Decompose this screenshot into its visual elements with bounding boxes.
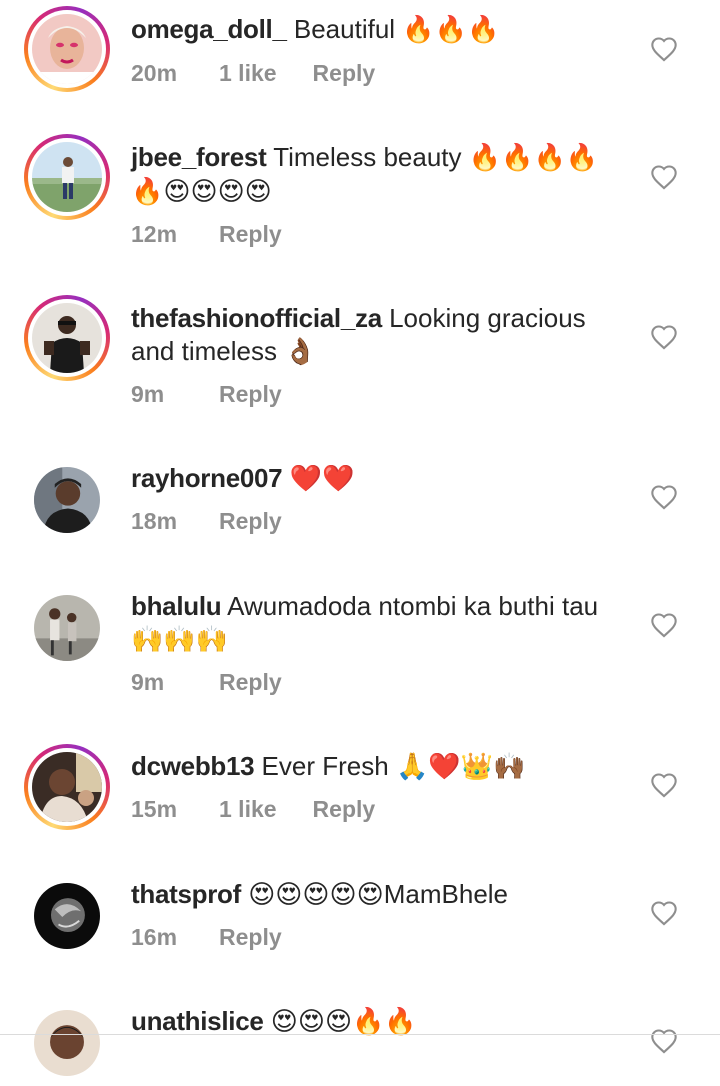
comment-text: MamBhele: [383, 879, 509, 909]
heart-outline-icon[interactable]: [650, 1028, 678, 1054]
heart-outline-icon[interactable]: [650, 772, 678, 798]
comment-text: Beautiful: [293, 14, 396, 44]
avatar[interactable]: [24, 873, 110, 959]
reply-button[interactable]: Reply: [313, 60, 376, 86]
comment-emoji: 🙌🙌🙌: [131, 625, 229, 655]
comment-emoji: ❤️❤️: [289, 464, 355, 494]
comment-meta: 9m Reply: [131, 381, 318, 408]
comment-text: Awumadoda ntombi ka buthi tau: [227, 591, 599, 621]
comment-body: rayhorne007 ❤️❤️: [131, 462, 611, 496]
reply-button[interactable]: Reply: [219, 508, 282, 534]
comment-username[interactable]: rayhorne007: [131, 463, 283, 493]
comment-emoji: 😍😍😍😍😍: [248, 880, 384, 910]
comment-username[interactable]: thefashionofficial_za: [131, 303, 382, 333]
heart-outline-icon[interactable]: [650, 612, 678, 638]
comment-emoji: 🙏❤️👑🙌🏾: [395, 752, 526, 782]
comment-time: 12m: [131, 221, 178, 247]
comment-time: 9m: [131, 381, 165, 407]
comment-body: thatsprof 😍😍😍😍😍MamBhele: [131, 878, 611, 912]
comment-body: bhalulu Awumadoda ntombi ka buthi tau 🙌🙌…: [131, 590, 611, 657]
reply-button[interactable]: Reply: [219, 924, 282, 950]
comment-time: 16m: [131, 924, 178, 950]
heart-outline-icon[interactable]: [650, 900, 678, 926]
avatar[interactable]: [24, 134, 110, 220]
heart-outline-icon[interactable]: [650, 324, 678, 350]
comment-username[interactable]: dcwebb13: [131, 751, 255, 781]
comment-username[interactable]: thatsprof: [131, 879, 241, 909]
comment-username[interactable]: bhalulu: [131, 591, 222, 621]
comment-meta: 18m Reply: [131, 508, 318, 535]
comment-text: Timeless beauty: [273, 142, 462, 172]
reply-button[interactable]: Reply: [219, 221, 282, 247]
comment-time: 20m: [131, 60, 178, 86]
avatar[interactable]: [24, 585, 110, 671]
comment-meta: 15m 1 like Reply: [131, 796, 411, 823]
avatar[interactable]: [24, 1000, 110, 1086]
comment-meta: 12m Reply: [131, 221, 318, 248]
comment-time: 18m: [131, 508, 178, 534]
comment-meta: 9m Reply: [131, 669, 318, 696]
comment-body: jbee_forest Timeless beauty 🔥🔥🔥🔥🔥😍😍😍😍: [131, 141, 611, 209]
avatar[interactable]: [24, 457, 110, 543]
comment-body: thefashionofficial_za Looking gracious a…: [131, 302, 611, 369]
comment-likes[interactable]: 1 like: [219, 796, 277, 822]
comment-time: 15m: [131, 796, 178, 822]
comment-emoji: 😍😍😍🔥🔥: [270, 1007, 417, 1037]
comment-emoji: 🔥🔥🔥: [402, 15, 500, 45]
comment-emoji: 👌🏾: [284, 337, 317, 367]
comment-body: dcwebb13 Ever Fresh 🙏❤️👑🙌🏾: [131, 750, 611, 784]
comment-username[interactable]: unathislice: [131, 1006, 264, 1036]
comment-username[interactable]: jbee_forest: [131, 142, 267, 172]
reply-button[interactable]: Reply: [313, 796, 376, 822]
comment-body: omega_doll_ Beautiful 🔥🔥🔥: [131, 13, 611, 47]
comment-meta: 20m 1 like Reply: [131, 60, 411, 87]
reply-button[interactable]: Reply: [219, 381, 282, 407]
comment-username[interactable]: omega_doll_: [131, 14, 287, 44]
heart-outline-icon[interactable]: [650, 484, 678, 510]
heart-outline-icon[interactable]: [650, 36, 678, 62]
comment-text: Ever Fresh: [261, 751, 389, 781]
comment-meta: 16m Reply: [131, 924, 318, 951]
avatar[interactable]: [24, 6, 110, 92]
heart-outline-icon[interactable]: [650, 164, 678, 190]
divider: [0, 1034, 720, 1035]
avatar[interactable]: [24, 744, 110, 830]
comment-time: 9m: [131, 669, 165, 695]
comment-likes[interactable]: 1 like: [219, 60, 277, 86]
reply-button[interactable]: Reply: [219, 669, 282, 695]
avatar[interactable]: [24, 295, 110, 381]
